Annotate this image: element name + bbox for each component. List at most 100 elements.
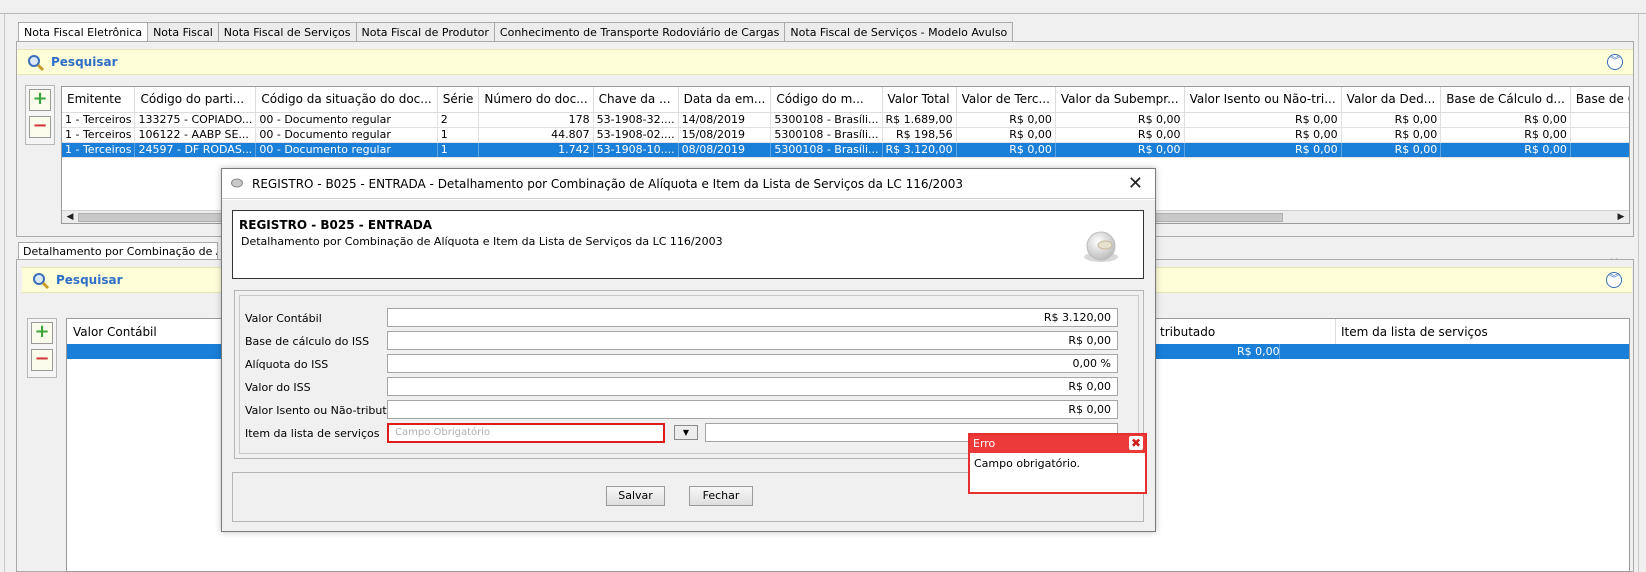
column-header[interactable]: Base de Cálculo de Ret...: [1570, 87, 1629, 113]
table-cell: R$ 0,00: [1055, 127, 1185, 143]
column-header-item-lista[interactable]: Item da lista de serviços: [1341, 325, 1488, 339]
column-header[interactable]: Código do m...: [770, 87, 883, 113]
scroll-left-icon[interactable]: ◀: [63, 211, 77, 223]
table-cell: R$ 198,56: [882, 127, 957, 143]
table-cell: 00 - Documento regular: [255, 142, 438, 158]
table-cell: 1: [437, 142, 480, 158]
label-item-lista-servicos: Item da lista de serviços: [245, 427, 380, 440]
column-header[interactable]: Base de Cálculo d...: [1440, 87, 1571, 113]
column-header[interactable]: Série: [437, 87, 480, 113]
fields-panel-inner: Valor Contábil R$ 3.120,00 Base de cálcu…: [239, 295, 1139, 454]
table-cell: R$ 0,00: [1440, 142, 1571, 158]
column-header[interactable]: Emitente: [62, 87, 136, 113]
app-icon: [231, 178, 243, 188]
top-search-bar[interactable]: Pesquisar ︾: [17, 49, 1633, 75]
aliquota-iss-field[interactable]: 0,00 %: [387, 354, 1118, 373]
close-icon[interactable]: ✖: [1129, 436, 1143, 450]
remove-row-button[interactable]: −: [31, 349, 53, 371]
row-aliquota-iss: Alíquota do ISS 0,00 %: [240, 354, 1130, 374]
table-cell: R$ 3.120,00: [882, 142, 957, 158]
tab-detalhamento[interactable]: Detalhamento por Combinação de Alíquota: [18, 242, 218, 260]
table-cell: R$ 0,00: [956, 127, 1056, 143]
table-cell: R$ 0,00: [1440, 127, 1571, 143]
chevron-double-down-icon[interactable]: ︾: [1606, 272, 1622, 288]
divider: [1638, 14, 1639, 572]
table-row[interactable]: 1 - Terceiros 24597 - DF RODAS... 00 - Doc…: [62, 142, 1629, 158]
search-label[interactable]: Pesquisar: [51, 55, 117, 69]
table-row[interactable]: 1 - Terceiros 133275 - COPIADO... 00 - Doc…: [62, 112, 1629, 128]
table-cell: 133275 - COPIADO...: [134, 112, 257, 128]
table-cell: 53-1908-02....: [593, 127, 679, 143]
tab-nota-fiscal-produtor[interactable]: Nota Fiscal de Produtor: [355, 22, 495, 42]
column-header[interactable]: Valor Isento ou Não-tri...: [1184, 87, 1342, 113]
table-cell: R$ 0,00: [956, 142, 1056, 158]
chevron-double-down-icon[interactable]: ︾: [1607, 54, 1623, 70]
table-cell: 1: [437, 127, 480, 143]
column-header[interactable]: Valor Total: [882, 87, 957, 113]
save-button[interactable]: Salvar: [606, 486, 665, 506]
label-valor-contabil: Valor Contábil: [245, 312, 322, 325]
column-header[interactable]: Chave da ...: [593, 87, 679, 113]
top-row-actions: + −: [25, 85, 55, 145]
table-cell: 1 - Terceiros: [62, 112, 136, 128]
column-header[interactable]: Valor da Subempr...: [1055, 87, 1185, 113]
chevron-down-icon[interactable]: ▼: [674, 425, 698, 440]
tab-conhecimento-transporte[interactable]: Conhecimento de Transporte Rodoviário de…: [493, 22, 786, 42]
table-cell: 178: [478, 112, 594, 128]
table-cell: 15/08/2019: [678, 127, 772, 143]
scroll-right-icon[interactable]: ▶: [1614, 211, 1628, 223]
dialog-header: REGISTRO - B025 - ENTRADA Detalhamento p…: [232, 210, 1144, 279]
error-popup: Erro ✖ Campo obrigatório.: [968, 433, 1147, 494]
table-cell: R$ 0,00: [1341, 142, 1442, 158]
table-cell: R$ 0,00: [1440, 112, 1571, 128]
column-header[interactable]: Valor da Ded...: [1341, 87, 1442, 113]
column-header[interactable]: Valor de Terc...: [956, 87, 1056, 113]
search-label[interactable]: Pesquisar: [56, 273, 122, 287]
base-calculo-iss-field[interactable]: R$ 0,00: [387, 331, 1118, 350]
add-row-button[interactable]: +: [31, 322, 53, 344]
valor-contabil-field[interactable]: R$ 3.120,00: [387, 308, 1118, 327]
column-header[interactable]: Data da em...: [678, 87, 772, 113]
tab-nota-fiscal-eletronica[interactable]: Nota Fiscal Eletrônica: [18, 22, 149, 43]
column-header[interactable]: Código do parti...: [134, 87, 257, 113]
table-cell: 44.807: [478, 127, 594, 143]
database-logo-icon: [1084, 231, 1118, 262]
label-aliquota-iss: Alíquota do ISS: [245, 358, 329, 371]
column-header[interactable]: Número do doc...: [478, 87, 594, 113]
add-row-button[interactable]: +: [29, 89, 51, 111]
close-button[interactable]: Fechar: [689, 486, 753, 506]
table-cell: R$ 0,00: [1341, 127, 1442, 143]
tab-nota-fiscal[interactable]: Nota Fiscal: [147, 22, 219, 42]
header-title: REGISTRO - B025 - ENTRADA: [239, 218, 433, 232]
bottom-row-actions: + −: [27, 318, 57, 378]
column-header-valor-contabil[interactable]: Valor Contábil: [73, 325, 157, 339]
document-type-tabs: Nota Fiscal Eletrônica Nota Fiscal Nota …: [18, 22, 1014, 43]
table-row[interactable]: 1 - Terceiros 106122 - AABP SE... 00 - Doc…: [62, 127, 1629, 143]
table-cell: R$ 1.689,00: [882, 112, 957, 128]
close-icon[interactable]: ✕: [1128, 173, 1143, 194]
row-valor-contabil: Valor Contábil R$ 3.120,00: [240, 308, 1130, 328]
table-cell: 24597 - DF RODAS...: [134, 142, 257, 158]
window-top-bar: [0, 0, 1646, 14]
divider: [1279, 344, 1280, 359]
valor-isento-field[interactable]: R$ 0,00: [387, 400, 1118, 419]
remove-row-button[interactable]: −: [29, 116, 51, 138]
table-cell: R$ 0,00: [1184, 127, 1342, 143]
table-cell: 00 - Documento regular: [255, 127, 438, 143]
divider: [1335, 319, 1336, 344]
table-cell: R$ 0,00: [1184, 142, 1342, 158]
error-popup-header: Erro ✖: [970, 435, 1145, 453]
table-cell: R$ 0,00: [1184, 112, 1342, 128]
column-header[interactable]: Código da situação do doc...: [255, 87, 438, 113]
dialog-title-bar[interactable]: REGISTRO - B025 - ENTRADA - Detalhamento…: [222, 169, 1155, 199]
item-lista-servicos-input[interactable]: Campo Obrigatório: [387, 423, 665, 443]
tab-nota-fiscal-servicos-avulso[interactable]: Nota Fiscal de Serviços - Modelo Avulso: [784, 22, 1014, 42]
table-cell: R$ 0,00: [956, 112, 1056, 128]
error-title: Erro: [973, 437, 996, 450]
row-base-calculo-iss: Base de cálculo do ISS R$ 0,00: [240, 331, 1130, 351]
header-subtitle: Detalhamento por Combinação de Alíquota …: [241, 235, 723, 248]
valor-iss-field[interactable]: R$ 0,00: [387, 377, 1118, 396]
column-header-tributado[interactable]: tributado: [1160, 325, 1215, 339]
error-message: Campo obrigatório.: [974, 457, 1081, 470]
tab-nota-fiscal-servicos[interactable]: Nota Fiscal de Serviços: [217, 22, 357, 42]
